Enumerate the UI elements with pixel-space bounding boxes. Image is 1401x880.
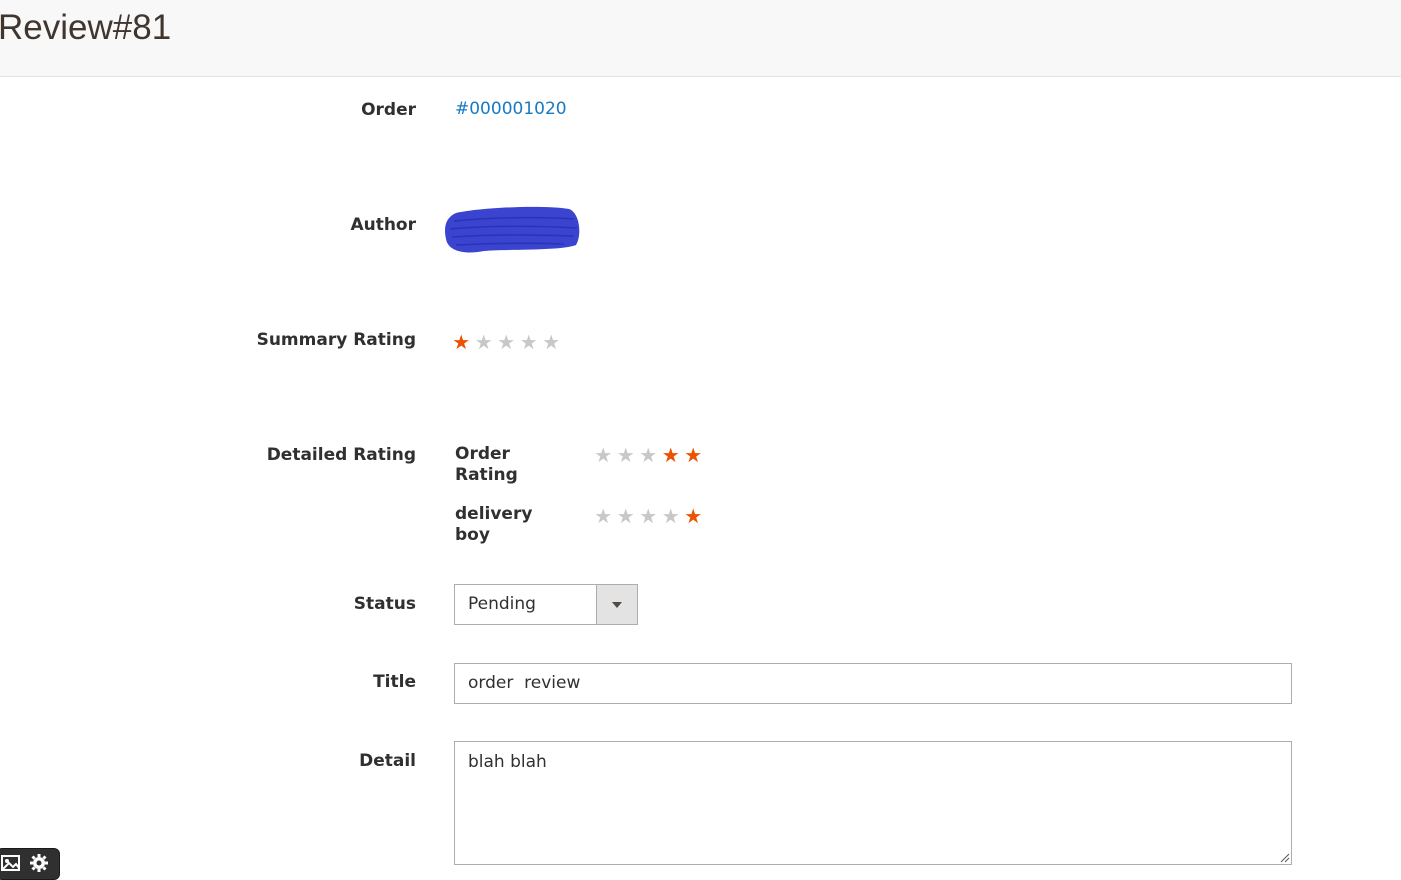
star-empty-icon: ★ — [639, 504, 658, 528]
star-empty-icon: ★ — [616, 443, 635, 467]
delivery-boy-rating-stars: ★ ★ ★ ★ ★ — [593, 506, 704, 526]
star-empty-icon: ★ — [497, 330, 516, 354]
page-title: Review#81 — [0, 8, 172, 47]
order-rating-stars: ★ ★ ★ ★ ★ — [593, 445, 704, 465]
detail-textarea[interactable]: blah blah — [454, 741, 1292, 865]
title-input[interactable]: order review — [454, 663, 1292, 704]
detailed-rating-item-label: Order Rating — [455, 444, 545, 486]
page-header: Review#81 — [0, 0, 1401, 77]
detail-label: Detail — [359, 751, 416, 771]
detailed-rating-item-label-line: boy — [455, 525, 490, 545]
star-filled-icon: ★ — [661, 443, 680, 467]
star-empty-icon: ★ — [616, 504, 635, 528]
chevron-down-icon — [612, 602, 622, 608]
select-arrow-button[interactable] — [596, 585, 637, 624]
detailed-rating-label: Detailed Rating — [266, 445, 416, 465]
image-icon[interactable] — [1, 853, 21, 873]
star-filled-icon: ★ — [684, 504, 703, 528]
order-link[interactable]: #000001020 — [455, 99, 567, 119]
star-empty-icon: ★ — [594, 443, 613, 467]
author-redaction — [445, 206, 580, 253]
star-empty-icon: ★ — [639, 443, 658, 467]
detail-textarea-value: blah blah — [468, 752, 547, 772]
star-empty-icon: ★ — [594, 504, 613, 528]
star-empty-icon: ★ — [542, 330, 561, 354]
summary-rating-stars: ★ ★ ★ ★ ★ — [451, 332, 562, 352]
star-empty-icon: ★ — [661, 504, 680, 528]
resize-handle-icon[interactable] — [1278, 851, 1290, 863]
detailed-rating-item-label-line: Rating — [455, 465, 518, 485]
star-filled-icon: ★ — [452, 330, 471, 354]
title-label: Title — [373, 672, 416, 692]
status-label: Status — [353, 594, 416, 614]
star-empty-icon: ★ — [519, 330, 538, 354]
status-select-value: Pending — [468, 594, 536, 614]
dev-toolbar — [0, 848, 60, 880]
detailed-rating-item-label: delivery boy — [455, 504, 545, 546]
order-label: Order — [361, 100, 416, 120]
author-label: Author — [350, 215, 416, 235]
detailed-rating-item-label-line: delivery — [455, 504, 533, 524]
status-select[interactable]: Pending — [454, 584, 638, 625]
star-filled-icon: ★ — [684, 443, 703, 467]
detailed-rating-item-label-line: Order — [455, 444, 510, 464]
star-empty-icon: ★ — [474, 330, 493, 354]
summary-rating-label: Summary Rating — [256, 330, 416, 350]
gear-icon[interactable] — [29, 853, 49, 873]
title-input-value: order review — [468, 673, 581, 693]
